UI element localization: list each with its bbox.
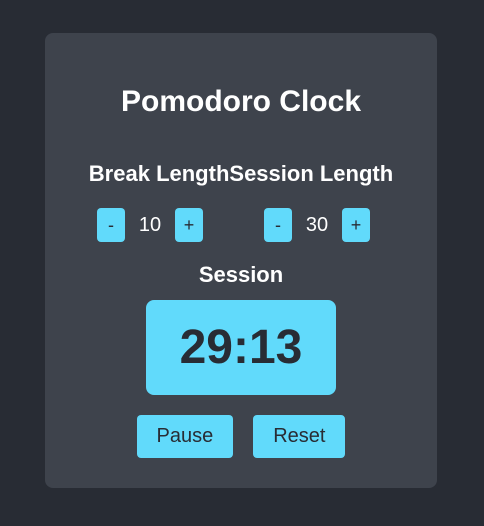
length-controls: - 10 + - 30 + xyxy=(45,208,437,242)
break-length-value: 10 xyxy=(138,213,162,236)
timer-box: 29:13 xyxy=(146,300,336,395)
pomodoro-card: Pomodoro Clock Break Length Session Leng… xyxy=(45,33,437,488)
timer-display: 29:13 xyxy=(179,321,303,374)
session-length-label: Session Length xyxy=(229,161,394,186)
session-increment-button[interactable]: + xyxy=(342,208,370,242)
session-length-value: 30 xyxy=(305,213,329,236)
page-title: Pomodoro Clock xyxy=(120,85,361,118)
break-length-control: - 10 + xyxy=(97,208,203,242)
pause-button[interactable]: Pause xyxy=(136,415,234,458)
session-length-control: - 30 + xyxy=(264,208,370,242)
timer-label: Session xyxy=(198,262,284,287)
break-decrement-button[interactable]: - xyxy=(97,208,125,242)
timer-actions: Pause Reset xyxy=(45,415,437,458)
session-decrement-button[interactable]: - xyxy=(264,208,292,242)
length-labels: Break Length Session Length xyxy=(45,161,437,187)
reset-button[interactable]: Reset xyxy=(253,415,346,458)
break-increment-button[interactable]: + xyxy=(175,208,203,242)
break-length-label: Break Length xyxy=(88,161,230,186)
